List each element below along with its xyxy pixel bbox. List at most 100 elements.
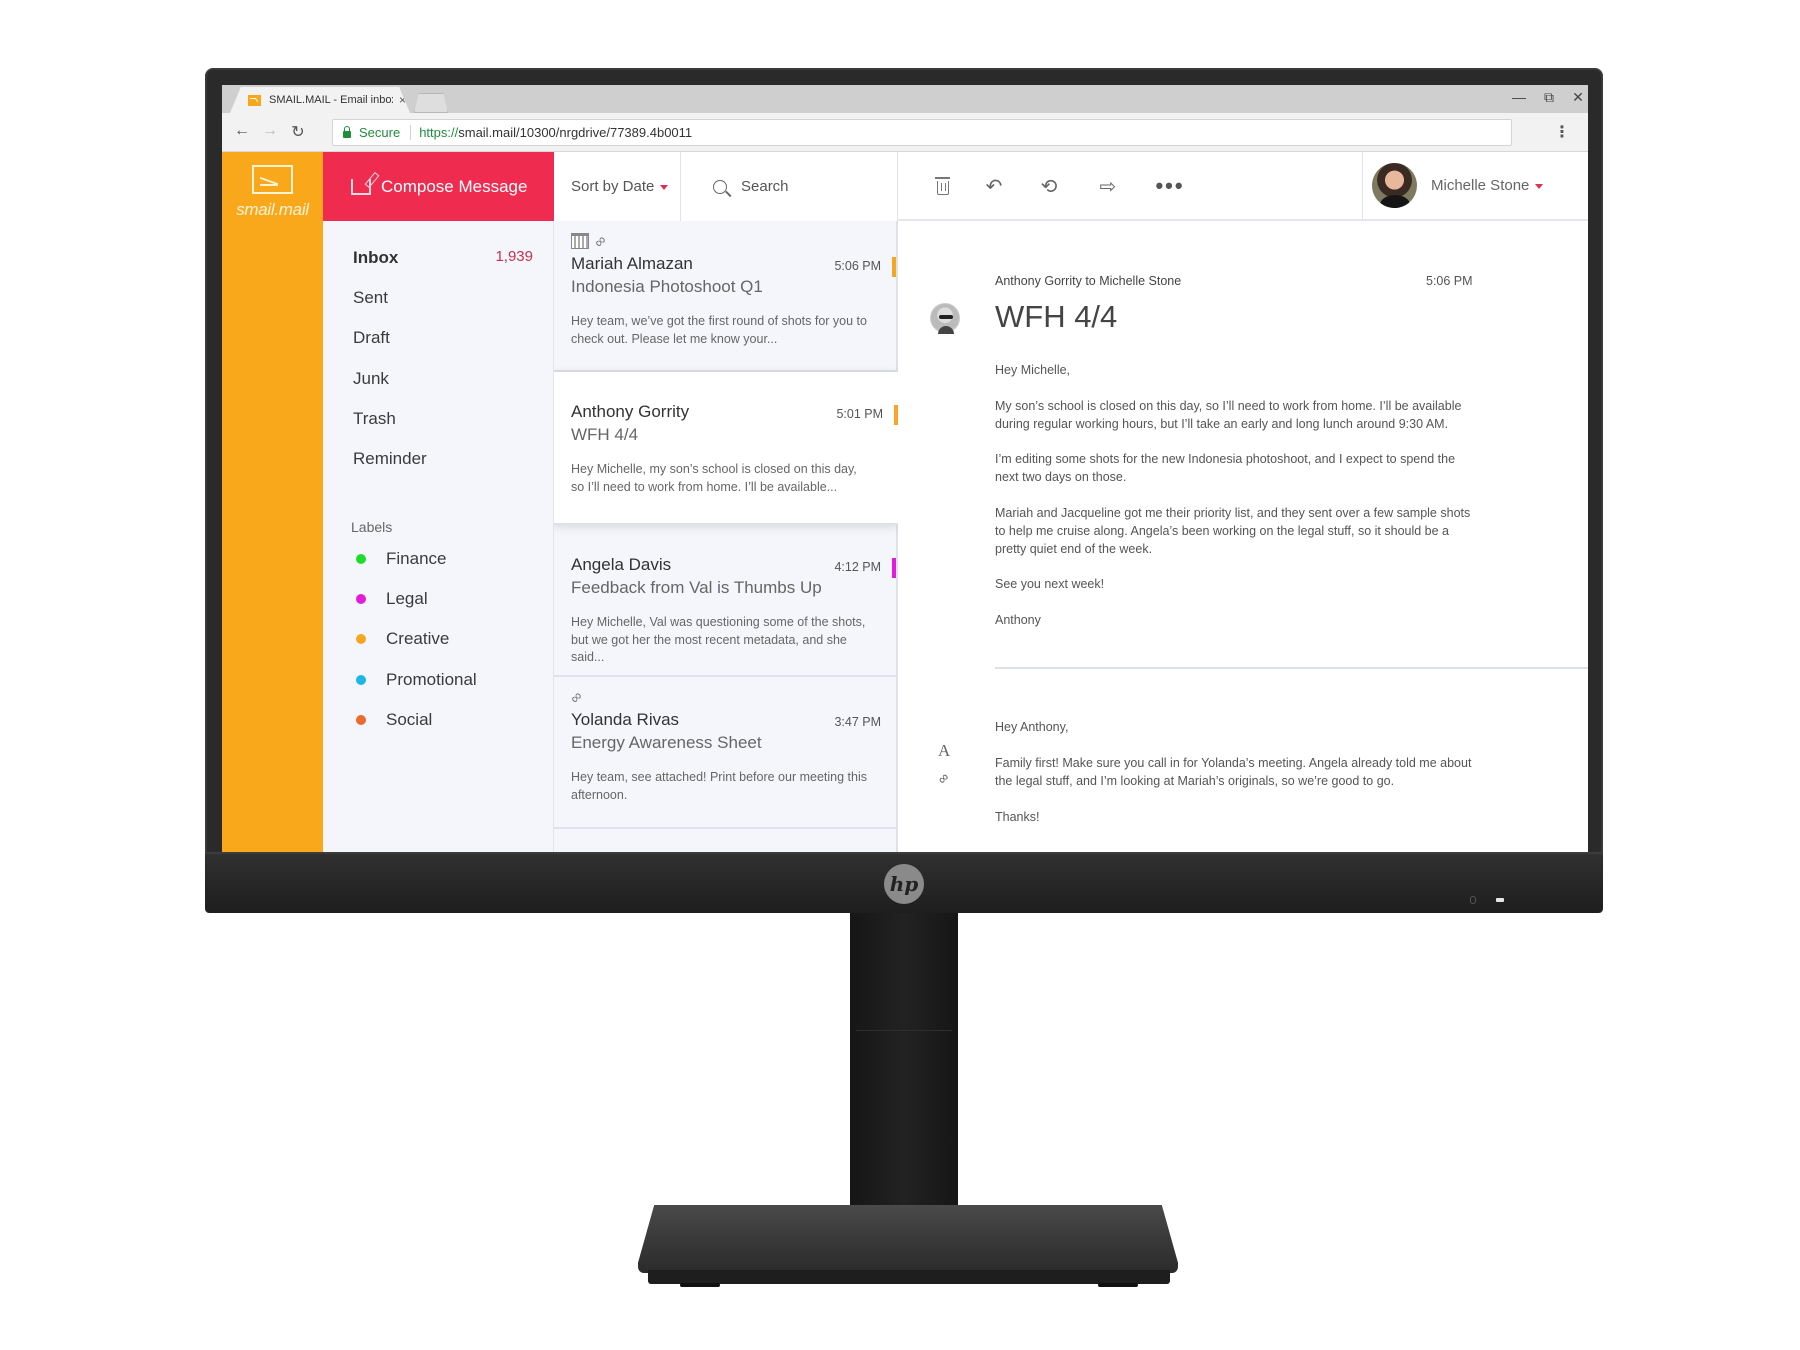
lock-icon	[343, 126, 351, 138]
folder-sent[interactable]: Sent	[353, 288, 533, 308]
minimize-icon[interactable]: —	[1508, 89, 1530, 105]
power-led	[1496, 898, 1504, 902]
more-icon: •••	[1155, 173, 1185, 198]
attach-icon[interactable]: ∞	[934, 769, 952, 787]
folder-label: Trash	[353, 409, 396, 428]
tab-close-icon[interactable]: ×	[399, 93, 406, 107]
folder-trash[interactable]: Trash	[353, 409, 533, 429]
user-name: Michelle Stone	[1431, 177, 1530, 194]
message-subject: WFH 4/4	[995, 299, 1118, 334]
label-dot-icon	[356, 675, 366, 685]
close-window-icon[interactable]: ✕	[1567, 89, 1588, 106]
user-menu[interactable]: Michelle Stone	[1362, 152, 1588, 221]
message-toolbar: ↶ ⟲ ⇨ •••	[898, 152, 1362, 221]
message-preview: Hey team, we’ve got the first round of s…	[571, 314, 867, 346]
folder-draft[interactable]: Draft	[353, 328, 533, 348]
body-paragraph: I’m editing some shots for the new Indon…	[995, 452, 1456, 484]
folder-label: Inbox	[353, 248, 399, 267]
back-arrow-icon[interactable]: ←	[232, 122, 252, 140]
favicon-icon	[248, 94, 261, 106]
reload-icon[interactable]: ↻	[288, 122, 308, 142]
message-item[interactable]: ∞ Mariah Almazan 5:06 PM Indonesia Photo…	[554, 221, 898, 372]
label-promotional[interactable]: Promotional	[356, 670, 477, 690]
format-text-icon[interactable]: A	[938, 741, 950, 761]
url-scheme: https://	[419, 125, 459, 140]
message-icons: ∞	[567, 688, 587, 708]
stand-foot	[680, 1283, 720, 1287]
browser-tab[interactable]: SMAIL.MAIL - Email inbox ×	[230, 87, 410, 113]
message-icons: ∞	[571, 232, 610, 251]
flag-marker	[894, 405, 898, 425]
message-item[interactable]: ∞ Yolanda Rivas 3:47 PM Energy Awareness…	[554, 677, 898, 829]
message-subject: WFH 4/4	[571, 425, 639, 444]
forward-button[interactable]: ⇨	[1093, 172, 1123, 200]
sender-avatar	[930, 303, 960, 334]
reply-icon: ↶	[985, 175, 1003, 198]
message-preview: Hey team, see attached! Print before our…	[571, 770, 867, 802]
message-time: 3:47 PM	[834, 715, 881, 729]
body-paragraph: Mariah and Jacqueline got me their prior…	[995, 506, 1471, 556]
power-button-icon[interactable]	[1470, 896, 1476, 904]
reply-paragraph[interactable]: Thanks!	[995, 808, 1475, 826]
folder-reminder[interactable]: Reminder	[353, 449, 533, 469]
delete-button[interactable]	[928, 172, 958, 200]
message-item[interactable]	[554, 829, 898, 852]
sort-dropdown[interactable]: Sort by Date	[554, 152, 681, 221]
label-text: Creative	[386, 629, 450, 648]
search-placeholder: Search	[741, 178, 789, 195]
label-legal[interactable]: Legal	[356, 589, 428, 609]
user-avatar	[1372, 163, 1417, 208]
message-preview: Hey Michelle, Val was questioning some o…	[571, 615, 866, 664]
message-list: ∞ Mariah Almazan 5:06 PM Indonesia Photo…	[554, 221, 898, 852]
message-item[interactable]: Angela Davis 4:12 PM Feedback from Val i…	[554, 525, 898, 677]
forward-arrow-icon[interactable]: →	[260, 122, 280, 140]
signature: Anthony	[995, 613, 1041, 627]
address-bar[interactable]: Secure https://smail.mail/10300/nrgdrive…	[332, 119, 1512, 146]
reply-button[interactable]: ↶	[979, 172, 1009, 200]
label-finance[interactable]: Finance	[356, 549, 446, 569]
folder-label: Junk	[353, 369, 389, 388]
more-actions-button[interactable]: •••	[1148, 172, 1192, 200]
unread-count: 1,939	[495, 248, 533, 265]
message-time: 5:06 PM	[1426, 274, 1473, 288]
reply-paragraph[interactable]: Hey Anthony,	[995, 718, 1475, 736]
browser-tab-bar: SMAIL.MAIL - Email inbox × — ⧉ ✕	[222, 85, 1588, 113]
reply-paragraph[interactable]: Family first! Make sure you call in for …	[995, 754, 1475, 790]
label-creative[interactable]: Creative	[356, 629, 449, 649]
label-text: Legal	[386, 589, 428, 608]
folder-nav: Inbox 1,939 Sent Draft Junk Trash Remind…	[323, 221, 554, 852]
label-social[interactable]: Social	[356, 710, 432, 730]
search-input[interactable]: Search	[681, 152, 898, 221]
labels-heading: Labels	[351, 519, 393, 535]
message-subject: Feedback from Val is Thumbs Up	[571, 578, 822, 597]
folder-junk[interactable]: Junk	[353, 369, 533, 389]
restore-icon[interactable]: ⧉	[1538, 89, 1560, 106]
message-sender: Angela Davis	[571, 555, 672, 574]
trash-icon	[935, 177, 950, 195]
hp-logo-icon: hp	[884, 864, 924, 904]
secure-label: Secure	[359, 125, 412, 140]
reply-all-icon: ⟲	[1040, 175, 1058, 198]
reading-pane: Anthony Gorrity to Michelle Stone 5:06 P…	[898, 221, 1588, 852]
body-paragraph: My son’s school is closed on this day, s…	[995, 399, 1462, 431]
reply-all-button[interactable]: ⟲	[1034, 172, 1064, 200]
new-tab-button[interactable]	[414, 93, 448, 113]
flag-marker	[892, 558, 896, 578]
screen: SMAIL.MAIL - Email inbox × — ⧉ ✕ ← → ↻ S…	[222, 85, 1588, 852]
label-dot-icon	[356, 634, 366, 644]
folder-inbox[interactable]: Inbox 1,939	[353, 248, 533, 268]
stand-seam	[856, 1030, 952, 1031]
calendar-icon	[571, 233, 589, 249]
browser-menu-icon[interactable]: ⋮	[1554, 122, 1570, 142]
compose-button[interactable]: Compose Message	[323, 152, 554, 221]
tab-title: SMAIL.MAIL - Email inbox	[269, 94, 393, 106]
compose-icon	[351, 178, 371, 195]
caret-down-icon	[1535, 184, 1544, 189]
flag-marker	[892, 257, 896, 277]
message-sender: Yolanda Rivas	[571, 710, 680, 729]
brand-sidebar: smail.mail	[222, 152, 323, 852]
message-item-selected[interactable]: Anthony Gorrity 5:01 PM WFH 4/4 Hey Mich…	[554, 372, 898, 525]
search-icon	[713, 179, 727, 194]
stand-foot	[1098, 1283, 1138, 1287]
message-subject: Energy Awareness Sheet	[571, 733, 762, 752]
